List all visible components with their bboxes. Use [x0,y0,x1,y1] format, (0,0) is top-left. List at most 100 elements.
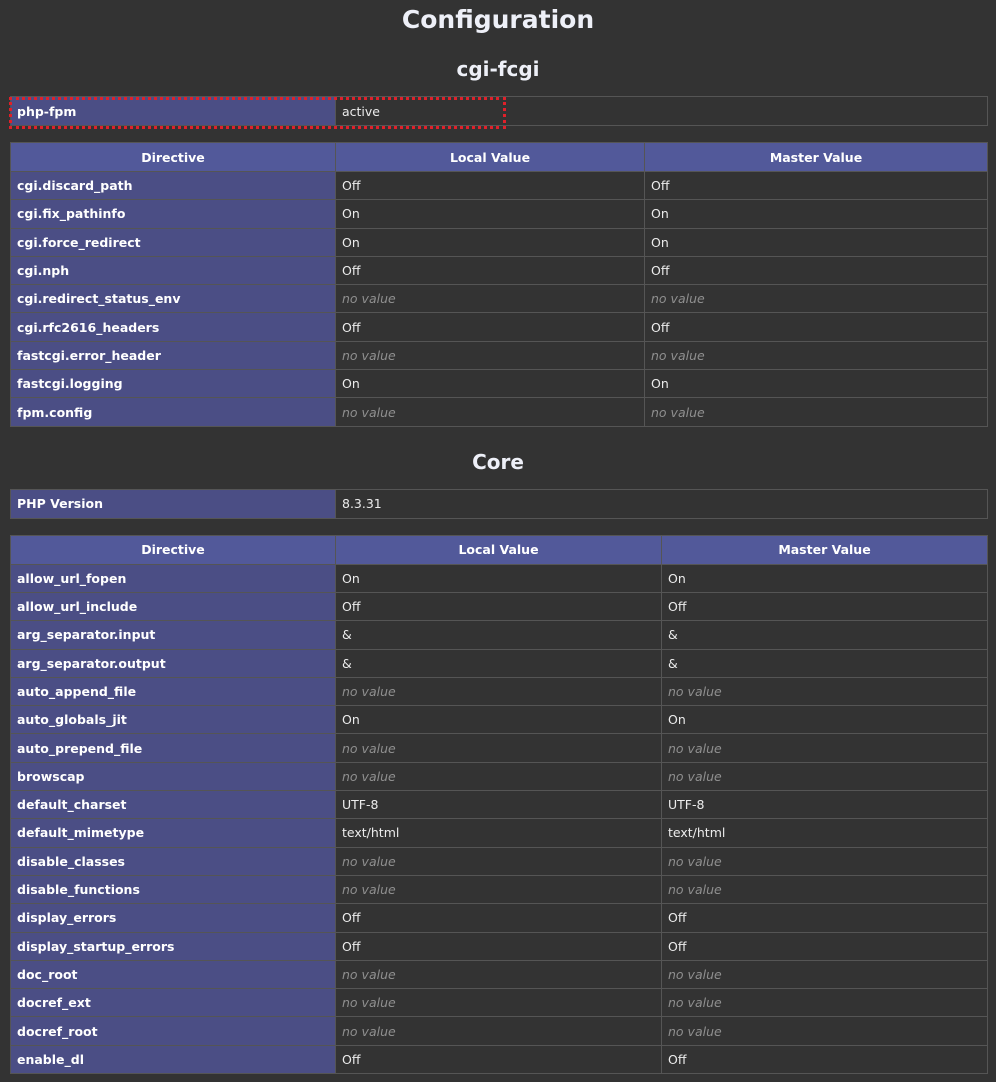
local-value-cell: no value [335,1016,662,1046]
directive-name: disable_functions [10,874,336,905]
local-value-cell: no value [335,761,662,792]
master-value: & [668,627,678,643]
local-value: On [342,570,360,586]
master-value-cell: On [644,369,988,399]
table-row: auto_globals_jit On On [10,705,988,735]
local-value: Off [342,263,361,279]
table-row: browscap no value no value [10,761,988,792]
directive-name: fpm.config [10,397,336,427]
master-value: no value [668,853,722,869]
master-value: no value [668,1023,722,1039]
table-row: allow_url_fopen On On [10,563,988,593]
table-row: cgi.redirect_status_env no value no value [10,284,988,314]
master-value-cell: text/html [661,818,988,848]
directive-name: auto_prepend_file [10,733,336,763]
table-row: display_startup_errors Off Off [10,931,988,961]
local-value-cell: no value [335,988,662,1018]
local-value-cell: & [335,648,662,678]
table-row: cgi.rfc2616_headers Off Off [10,312,988,342]
local-value: Off [342,910,361,926]
table-row: cgi.force_redirect On On [10,227,988,257]
table-row: default_mimetype text/html text/html [10,818,988,848]
column-header-directive: Directive [10,534,336,565]
local-value: Off [342,1051,361,1067]
table-row: auto_append_file no value no value [10,676,988,707]
local-value: & [342,655,352,671]
directive-name: fastcgi.error_header [10,340,336,371]
master-value: Off [668,938,687,954]
master-value: no value [668,740,722,756]
directive-name: cgi.redirect_status_env [10,284,336,314]
local-value-cell: Off [335,931,662,961]
local-value: no value [342,684,396,699]
directive-name: cgi.discard_path [10,170,336,201]
core-info-table: PHP Version 8.3.31 [10,488,988,519]
local-value-cell: Off [335,255,645,286]
local-value: no value [342,995,396,1011]
table-row: cgi.discard_path Off Off [10,170,988,201]
directive-name: display_startup_errors [10,931,336,961]
table-row: fastcgi.error_header no value no value [10,340,988,371]
local-value-cell: no value [335,340,645,371]
master-value: On [651,376,669,392]
column-header-local-value: Local Value [335,534,662,565]
master-value-cell: Off [661,1044,988,1075]
info-value: active [335,96,988,126]
table-header-row: Directive Local Value Master Value [10,534,988,565]
directive-name: fastcgi.logging [10,369,336,399]
directive-name: docref_ext [10,988,336,1018]
master-value: Off [668,599,687,615]
table-row: docref_root no value no value [10,1016,988,1046]
column-header-master-value: Master Value [661,534,988,565]
master-value-cell: On [644,227,988,257]
local-value-cell: Off [335,1044,662,1075]
section-title-cgi-fcgi: cgi-fcgi [456,57,540,81]
master-value-cell: no value [661,733,988,763]
directive-name: auto_globals_jit [10,705,336,735]
local-value: no value [342,966,396,982]
local-value-cell: Off [335,170,645,201]
master-value: Off [651,263,670,279]
table-row: doc_root no value no value [10,959,988,990]
master-value-cell: Off [661,903,988,933]
local-value: On [342,712,360,728]
local-value-cell: Off [335,312,645,342]
master-value-cell: On [661,563,988,593]
master-value: On [651,206,669,222]
local-value-cell: no value [335,874,662,905]
table-row: arg_separator.input & & [10,620,988,650]
info-label: php-fpm [10,96,336,126]
master-value-cell: & [661,648,988,678]
section-title-core: Core [472,449,524,474]
master-value: text/html [668,825,726,841]
master-value-cell: no value [661,761,988,792]
directive-name: auto_append_file [10,676,336,707]
master-value: no value [668,995,722,1011]
master-value: no value [668,882,722,898]
info-row: php-fpm active [10,96,988,126]
directive-name: default_charset [10,790,336,820]
master-value-cell: no value [644,340,988,371]
local-value: no value [342,291,396,307]
table-row: arg_separator.output & & [10,648,988,678]
master-value-cell: Off [644,255,988,286]
local-value: no value [342,1023,396,1039]
info-row: PHP Version 8.3.31 [10,488,988,519]
local-value-cell: no value [335,284,645,314]
cgi-directive-table: Directive Local Value Master Value cgi.d… [10,142,988,427]
local-value: On [342,234,360,250]
local-value: On [342,206,360,222]
master-value: Off [651,319,670,335]
directive-name: cgi.rfc2616_headers [10,312,336,342]
local-value: Off [342,599,361,615]
master-value: On [651,234,669,250]
local-value-cell: UTF-8 [335,790,662,820]
local-value-cell: no value [335,397,645,427]
core-directive-table: Directive Local Value Master Value allow… [10,534,988,1075]
local-value-cell: On [335,227,645,257]
table-row: cgi.fix_pathinfo On On [10,199,988,229]
master-value: Off [668,1051,687,1067]
directive-name: cgi.nph [10,255,336,286]
table-row: cgi.nph Off Off [10,255,988,286]
master-value: no value [668,966,722,982]
